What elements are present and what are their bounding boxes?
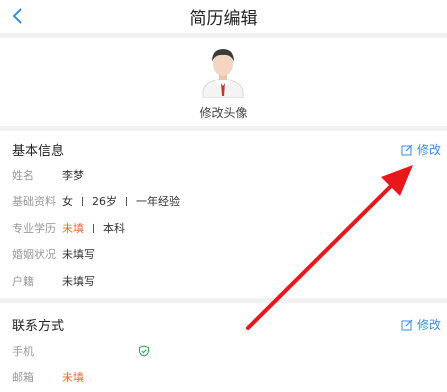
experience-value: 一年经验 [136,195,180,208]
basic-info-edit-button[interactable]: 修改 [401,141,441,158]
avatar[interactable] [200,44,246,99]
profile-row: 基础资料 女 26岁 一年经验 [12,191,180,211]
education-row: 专业学历 未填 本科 [12,218,125,238]
contact-title: 联系方式 [12,319,65,334]
edit-label: 修改 [416,318,441,332]
education-label: 专业学历 [12,222,56,235]
name-value: 李梦 [62,169,84,182]
marital-value: 未填写 [62,248,95,261]
divider [82,196,83,206]
email-value: 未填 [62,371,84,384]
nav-bar: 简历编辑 [0,0,447,32]
basic-info-title: 基本信息 [12,144,65,159]
page-title: 简历编辑 [189,9,258,29]
name-label: 姓名 [12,169,34,182]
divider [126,196,127,206]
email-label: 邮箱 [12,371,34,384]
hukou-row: 户籍 未填写 [12,271,95,291]
edit-label: 修改 [416,143,441,157]
profile-label: 基础资料 [12,195,56,208]
phone-label: 手机 [12,345,34,358]
name-row: 姓名 李梦 [12,165,84,185]
divider [0,298,447,303]
degree-value: 本科 [103,222,125,235]
gender-value: 女 [62,195,73,208]
marital-row: 婚姻状况 未填写 [12,244,95,264]
phone-row: 手机 [12,341,150,361]
contact-edit-button[interactable]: 修改 [401,316,441,333]
edit-icon [401,144,413,155]
major-value: 未填 [62,222,84,235]
divider [93,223,94,233]
divider [0,33,447,38]
divider [0,126,447,131]
age-value: 26岁 [92,195,117,208]
edit-icon [401,319,413,330]
hukou-value: 未填写 [62,275,95,288]
email-row: 邮箱 未填 [12,367,84,387]
hukou-label: 户籍 [12,275,34,288]
avatar-label[interactable]: 修改头像 [0,104,447,121]
shield-check-icon [139,345,149,357]
marital-label: 婚姻状况 [12,248,56,261]
